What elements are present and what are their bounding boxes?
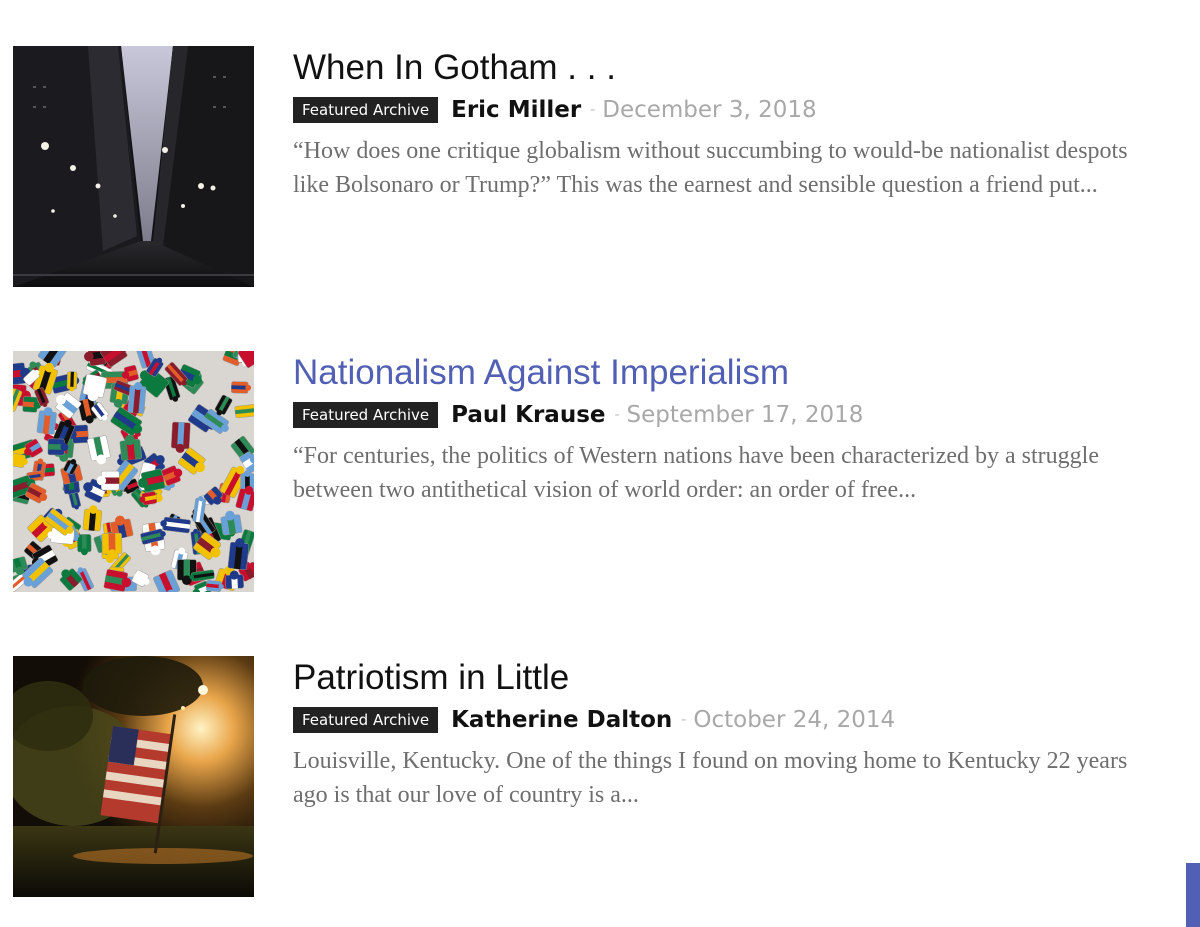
post-meta: Featured Archive Katherine Dalton - Octo… xyxy=(293,703,1200,737)
post-excerpt: “For centuries, the politics of Western … xyxy=(293,439,1200,507)
post-meta: Featured Archive Paul Krause - September… xyxy=(293,398,1200,432)
flag-at-dusk-image xyxy=(13,656,254,897)
post-title[interactable]: When In Gotham . . . xyxy=(293,46,1200,90)
category-badge[interactable]: Featured Archive xyxy=(293,402,439,428)
post-item: Nationalism Against Imperialism Featured… xyxy=(0,351,1200,593)
post-title[interactable]: Patriotism in Little xyxy=(293,656,1200,700)
flag-puzzle-pieces-image xyxy=(13,351,254,592)
excerpt-line: ago is that our love of country is a... xyxy=(293,782,639,808)
scroll-to-top-button[interactable] xyxy=(1186,863,1200,927)
meta-separator: - xyxy=(590,102,596,118)
city-street-night-image xyxy=(13,46,254,287)
excerpt-line: between two antithetical vision of world… xyxy=(293,477,917,503)
post-title[interactable]: Nationalism Against Imperialism xyxy=(293,351,1200,395)
excerpt-line: like Bolsonaro or Trump?” This was the e… xyxy=(293,172,1098,198)
post-thumbnail[interactable] xyxy=(13,46,254,287)
post-item: When In Gotham . . . Featured Archive Er… xyxy=(0,46,1200,288)
post-excerpt: “How does one critique globalism without… xyxy=(293,134,1200,202)
post-date: October 24, 2014 xyxy=(693,707,896,733)
category-badge[interactable]: Featured Archive xyxy=(293,97,439,123)
category-badge[interactable]: Featured Archive xyxy=(293,707,439,733)
excerpt-line: Louisville, Kentucky. One of the things … xyxy=(293,748,1128,774)
post-item: Patriotism in Little Featured Archive Ka… xyxy=(0,656,1200,898)
post-body: Nationalism Against Imperialism Featured… xyxy=(293,351,1200,507)
meta-separator: - xyxy=(681,712,687,728)
post-excerpt: Louisville, Kentucky. One of the things … xyxy=(293,744,1200,812)
post-date: September 17, 2018 xyxy=(626,402,864,428)
post-body: Patriotism in Little Featured Archive Ka… xyxy=(293,656,1200,812)
post-list: When In Gotham . . . Featured Archive Er… xyxy=(0,0,1200,927)
post-thumbnail[interactable] xyxy=(13,656,254,897)
post-thumbnail[interactable] xyxy=(13,351,254,592)
post-author[interactable]: Eric Miller xyxy=(451,97,581,123)
post-author[interactable]: Katherine Dalton xyxy=(451,707,672,733)
post-meta: Featured Archive Eric Miller - December … xyxy=(293,93,1200,127)
excerpt-line: “For centuries, the politics of Western … xyxy=(293,443,1099,469)
meta-separator: - xyxy=(614,407,620,423)
excerpt-line: “How does one critique globalism without… xyxy=(293,138,1128,164)
post-body: When In Gotham . . . Featured Archive Er… xyxy=(293,46,1200,202)
post-date: December 3, 2018 xyxy=(602,97,817,123)
post-author[interactable]: Paul Krause xyxy=(451,402,605,428)
